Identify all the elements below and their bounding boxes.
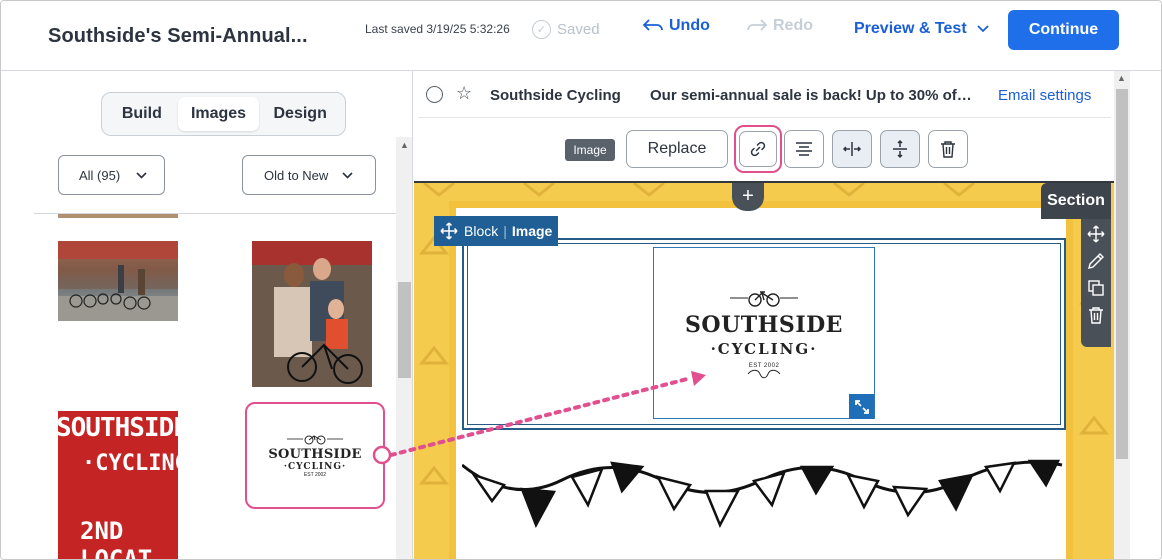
scrollbar-thumb[interactable] bbox=[1116, 89, 1128, 459]
preview-test-button[interactable]: Preview & Test bbox=[854, 20, 989, 38]
bike-shop-storefront-photo bbox=[58, 241, 178, 321]
sort-value: Old to New bbox=[264, 167, 329, 183]
scrollbar-thumb[interactable] bbox=[398, 282, 411, 378]
bicycle-icon bbox=[287, 435, 343, 445]
redo-icon bbox=[747, 19, 767, 31]
bicycle-icon bbox=[730, 290, 798, 307]
fit-width-button[interactable] bbox=[832, 130, 872, 168]
replace-button[interactable]: Replace bbox=[626, 130, 728, 168]
partial-image-thumbnail[interactable] bbox=[58, 214, 178, 218]
redo-label: Redo bbox=[773, 17, 813, 34]
redo-button[interactable]: Redo bbox=[747, 17, 813, 35]
editor-scrollbar[interactable]: ▲ bbox=[1114, 71, 1130, 559]
top-bar: Southside's Semi-Annual... Last saved 3/… bbox=[1, 1, 1161, 71]
selected-image[interactable]: SOUTHSIDE ·CYCLING· EST 2002 bbox=[653, 247, 875, 419]
image-thumbnail[interactable]: SOUTHSIDE ·CYCLING 2ND LOCAT bbox=[58, 411, 178, 560]
image-sort-dropdown[interactable]: Old to New bbox=[242, 155, 376, 195]
email-subject: Our semi-annual sale is back! Up to 30% … bbox=[650, 87, 972, 104]
align-center-icon bbox=[796, 142, 812, 156]
ornament-icon bbox=[747, 369, 781, 378]
block-separator: | bbox=[503, 223, 507, 239]
undo-icon bbox=[643, 19, 663, 31]
link-button-inner bbox=[739, 131, 777, 167]
chevron-down-icon bbox=[977, 25, 989, 33]
chevron-down-icon bbox=[136, 171, 147, 179]
image-toolbar-tag: Image bbox=[565, 139, 615, 161]
header-divider bbox=[418, 117, 1111, 118]
undo-label: Undo bbox=[669, 17, 710, 34]
logo-thumb-line-3: EST 2002 bbox=[303, 472, 327, 478]
section-label[interactable]: Section bbox=[1041, 183, 1111, 219]
fit-height-icon bbox=[893, 139, 907, 159]
sender-name: Southside Cycling bbox=[490, 87, 621, 104]
resize-handle[interactable] bbox=[849, 394, 874, 419]
sign-text-line-2: ·CYCLING bbox=[82, 451, 178, 476]
panel-scrollbar[interactable]: ▲ bbox=[396, 137, 412, 559]
campaign-title[interactable]: Southside's Semi-Annual... bbox=[48, 25, 308, 48]
fit-height-button[interactable] bbox=[880, 130, 920, 168]
logo-line-1: SOUTHSIDE bbox=[685, 311, 843, 338]
email-editor: ☆ Southside Cycling Our semi-annual sale… bbox=[414, 71, 1161, 559]
image-filter-dropdown[interactable]: All (95) bbox=[58, 155, 165, 195]
trash-icon bbox=[941, 141, 955, 158]
last-saved-text: Last saved 3/19/25 5:32:26 bbox=[365, 22, 510, 36]
trash-icon[interactable] bbox=[1088, 306, 1104, 324]
email-header-row: ☆ Southside Cycling Our semi-annual sale… bbox=[414, 71, 1114, 117]
sign-text-line-1: SOUTHSIDE bbox=[58, 413, 178, 443]
saved-label: Saved bbox=[557, 21, 600, 38]
email-canvas: + Block | Image SOUTHSIDE ·CYCLING· EST … bbox=[414, 181, 1114, 559]
image-thumbnail[interactable] bbox=[58, 241, 178, 321]
preview-label: Preview & Test bbox=[854, 20, 967, 37]
align-center-button[interactable] bbox=[784, 130, 824, 168]
scroll-up-icon[interactable]: ▲ bbox=[1117, 73, 1126, 83]
check-circle-icon: ✓ bbox=[532, 20, 551, 39]
sign-text-line-3: 2ND LOCAT bbox=[80, 517, 153, 560]
email-settings-link[interactable]: Email settings bbox=[998, 87, 1091, 104]
block-tag[interactable]: Block | Image bbox=[434, 216, 559, 246]
duplicate-icon[interactable] bbox=[1087, 279, 1105, 297]
images-panel: Build Images Design All (95) Old to New bbox=[1, 71, 413, 560]
section-toolbar bbox=[1081, 219, 1111, 347]
move-icon[interactable] bbox=[434, 216, 464, 246]
family-with-bikes-photo bbox=[252, 241, 372, 387]
delete-image-button[interactable] bbox=[928, 130, 968, 168]
link-icon bbox=[750, 141, 766, 157]
tab-images[interactable]: Images bbox=[177, 97, 260, 131]
expand-icon bbox=[854, 399, 869, 414]
link-button[interactable] bbox=[734, 125, 782, 173]
block-label: Block bbox=[464, 223, 499, 239]
filter-value: All (95) bbox=[79, 167, 121, 183]
selected-logo-thumbnail[interactable]: SOUTHSIDE ·CYCLING· EST 2002 bbox=[245, 402, 385, 509]
image-thumbnail[interactable] bbox=[252, 241, 372, 387]
saved-status: ✓ Saved bbox=[532, 20, 600, 39]
select-radio[interactable] bbox=[426, 86, 443, 103]
add-section-button[interactable]: + bbox=[732, 183, 764, 211]
move-icon[interactable] bbox=[1087, 225, 1105, 243]
fit-width-icon bbox=[842, 142, 862, 156]
logo-thumb-line-1: SOUTHSIDE bbox=[268, 447, 362, 462]
star-icon[interactable]: ☆ bbox=[456, 83, 472, 104]
block-type-label: Image bbox=[511, 223, 553, 239]
panel-tabs: Build Images Design bbox=[101, 92, 346, 136]
app-window: Southside's Semi-Annual... Last saved 3/… bbox=[0, 0, 1162, 560]
bunting-decoration bbox=[462, 459, 1063, 528]
pencil-icon[interactable] bbox=[1087, 252, 1105, 270]
logo-thumb-line-2: ·CYCLING· bbox=[283, 462, 347, 472]
logo-line-2: ·CYCLING· bbox=[710, 339, 818, 358]
chevron-down-icon bbox=[342, 171, 353, 179]
scroll-up-icon[interactable]: ▲ bbox=[400, 140, 409, 150]
tab-build[interactable]: Build bbox=[106, 97, 178, 131]
continue-button[interactable]: Continue bbox=[1008, 10, 1119, 50]
undo-button[interactable]: Undo bbox=[643, 17, 710, 35]
tab-design[interactable]: Design bbox=[259, 97, 341, 131]
